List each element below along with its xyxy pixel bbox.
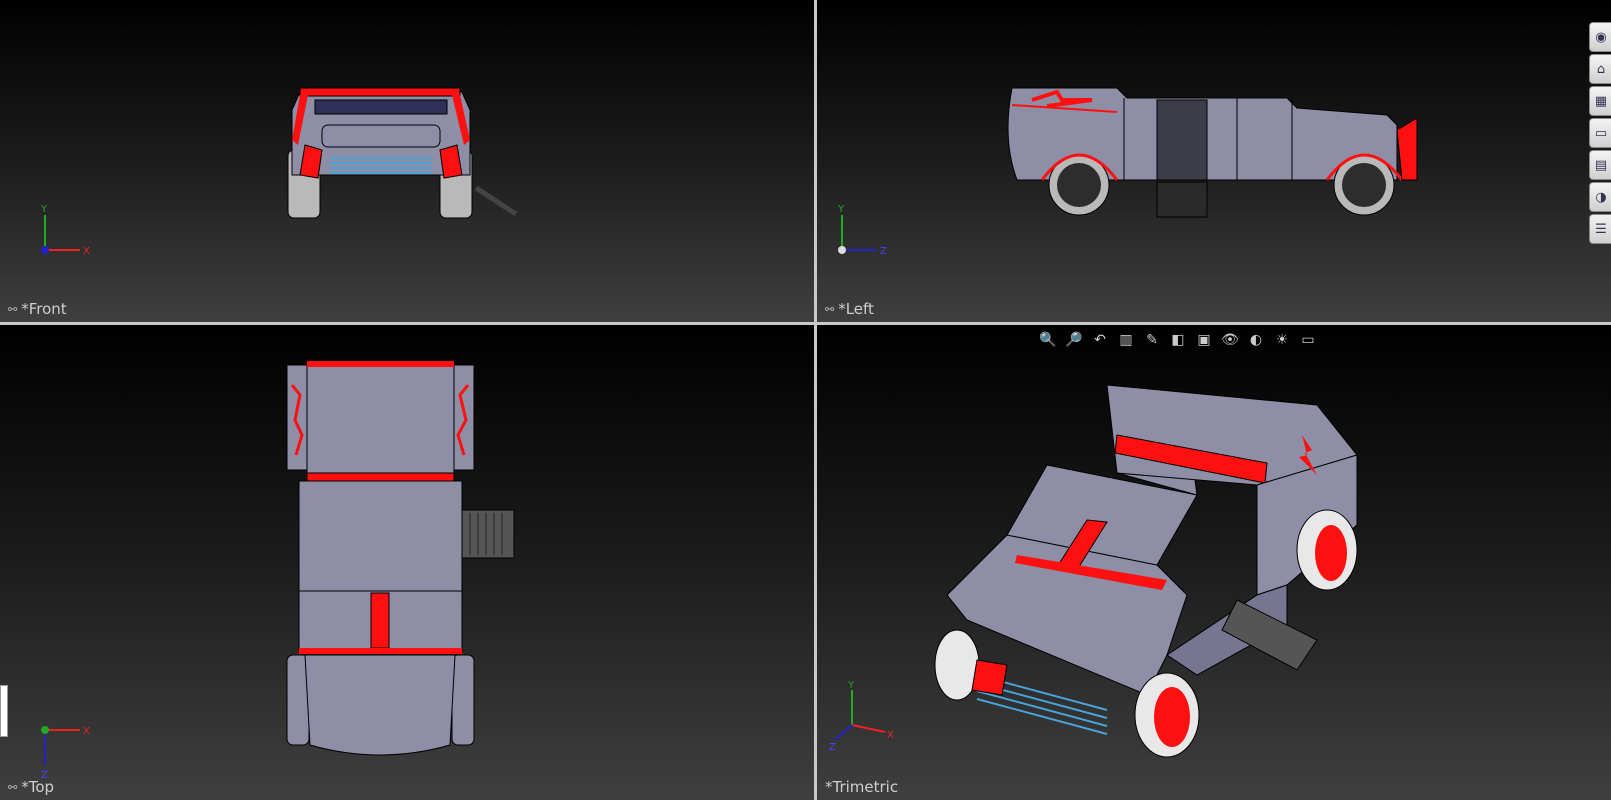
view-palette-icon: ▤ [1594,157,1608,173]
viewport-top[interactable]: X Z ⚯ *Top [0,325,814,800]
viewport-trimetric[interactable]: 🔍 🔎 ↶ ▥ ✎ ◧ ▣ 👁 ◐ ☀ ▭ Y X Z *Trimetric [817,325,1611,800]
link-views-icon[interactable]: ⚯ [825,303,834,316]
view-palette-tab[interactable]: ▤ [1589,150,1611,180]
file-explorer-tab[interactable]: ▭ [1589,118,1611,148]
link-views-icon[interactable]: ⚯ [8,781,17,794]
svg-text:X: X [83,726,90,737]
custom-properties-icon: ☰ [1595,221,1607,237]
home-icon: ⌂ [1596,61,1606,77]
svg-text:Y: Y [40,204,48,215]
solidworks-resources-icon: ◉ [1595,29,1607,45]
viewport-left[interactable]: Y Z ⚯ *Left ◉ ⌂ ▦ ▭ ▤ ◑ ☰ [817,0,1611,322]
viewport-label: ⚯ *Top [8,778,55,796]
design-library-tab[interactable]: ▦ [1589,86,1611,116]
truck-left-view [1007,87,1418,218]
truck-top-view [286,360,515,756]
axis-triad: Y Z [837,204,887,257]
truck-front-view [287,87,518,219]
truck-trimetric-view [934,384,1358,758]
axis-triad: Y X Z [829,680,894,753]
viewport-splitter-vertical[interactable] [814,0,817,800]
axis-triad: Y X [40,204,90,257]
link-views-icon[interactable]: ⚯ [8,303,17,316]
design-library-icon: ▦ [1594,93,1608,109]
task-pane-tabs: ◉ ⌂ ▦ ▭ ▤ ◑ ☰ [1589,22,1611,244]
appearances-scenes-tab[interactable]: ◑ [1589,182,1611,212]
svg-text:Z: Z [880,246,887,257]
svg-text:Y: Y [837,204,845,215]
solidworks-resources-tab[interactable]: ◉ [1589,22,1611,52]
custom-properties-tab[interactable]: ☰ [1589,214,1611,244]
viewport-splitter-horizontal[interactable] [0,322,1611,325]
viewport-label: ⚯ *Left [825,300,874,318]
svg-text:Z: Z [829,742,836,753]
viewport-front[interactable]: Y X ⚯ *Front [0,0,814,322]
appearances-scenes-icon: ◑ [1595,189,1607,205]
graphics-area[interactable]: Y X ⚯ *Front Y Z ⚯ *Left ◉ ⌂ ▦ ▭ ▤ ◑ ☰ X… [0,0,1611,800]
svg-text:Y: Y [847,680,855,691]
file-explorer-icon: ▭ [1594,125,1608,141]
svg-text:X: X [887,730,894,741]
viewport-label: ⚯ *Front [8,300,67,318]
viewport-label: *Trimetric [825,778,899,796]
svg-text:X: X [83,246,90,257]
home-tab[interactable]: ⌂ [1589,54,1611,84]
